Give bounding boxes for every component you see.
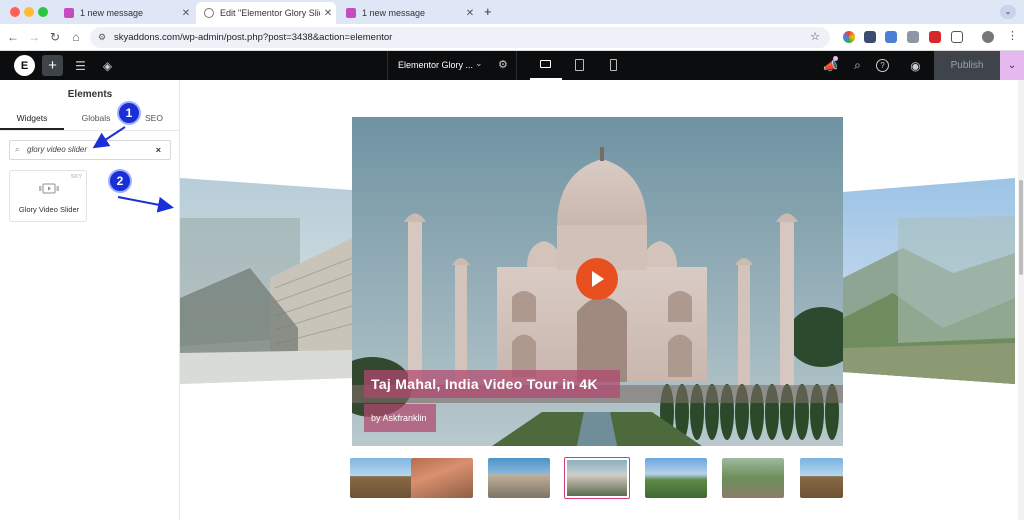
tab-title: 1 new message bbox=[362, 8, 426, 18]
new-tab-button[interactable]: + bbox=[484, 4, 492, 19]
widget-label: Glory Video Slider bbox=[18, 205, 80, 214]
browser-tab-1[interactable]: 1 new message ✕ bbox=[56, 2, 194, 24]
clear-search-icon[interactable]: × bbox=[156, 141, 161, 159]
browser-toolbar: ← → ↻ ⌂ ⚙ skyaddons.com/wp-admin/post.ph… bbox=[0, 24, 1024, 51]
panel-title: Elements bbox=[67, 89, 113, 100]
thumbnail-4-image bbox=[567, 460, 627, 496]
close-tab-icon[interactable]: ✕ bbox=[320, 8, 336, 19]
tablet-view-button[interactable] bbox=[564, 51, 596, 80]
chrome-extension-icon[interactable] bbox=[843, 31, 855, 43]
add-element-icon[interactable]: + bbox=[42, 55, 63, 76]
site-favicon-icon bbox=[346, 8, 356, 18]
minimize-window-button[interactable] bbox=[24, 7, 34, 17]
glory-video-slider-widget[interactable]: SKY Glory Video Slider bbox=[9, 170, 87, 222]
mobile-view-button[interactable] bbox=[598, 51, 630, 80]
reload-icon[interactable]: ↻ bbox=[48, 30, 62, 44]
thumbnail-2[interactable] bbox=[411, 458, 473, 498]
address-bar[interactable]: ⚙ skyaddons.com/wp-admin/post.php?post=3… bbox=[90, 27, 830, 48]
chevron-down-icon: ⌄ bbox=[475, 58, 483, 68]
elementor-logo-icon[interactable]: E bbox=[14, 55, 35, 76]
maximize-window-button[interactable] bbox=[38, 7, 48, 17]
notification-dot bbox=[833, 56, 838, 61]
puzzle-extensions-icon[interactable] bbox=[951, 31, 963, 43]
close-tab-icon[interactable]: ✕ bbox=[462, 8, 478, 19]
back-arrow-icon[interactable]: ← bbox=[6, 30, 20, 44]
page-settings-gear-icon[interactable]: ⚙ bbox=[498, 58, 508, 71]
tab-widgets[interactable]: Widgets bbox=[0, 113, 64, 130]
browser-tab-bar: 1 new message ✕ Edit "Elementor Glory Sl… bbox=[0, 0, 1024, 24]
page-title: Elementor Glory ... bbox=[398, 60, 474, 70]
slide-title: Taj Mahal, India Video Tour in 4K bbox=[371, 376, 598, 392]
finder-search-icon[interactable]: ⌕ bbox=[847, 55, 868, 76]
forward-arrow-icon[interactable]: → bbox=[27, 30, 41, 44]
thumbnail-3[interactable] bbox=[488, 458, 550, 498]
screen-capture-extension-icon[interactable] bbox=[907, 31, 919, 43]
home-icon[interactable]: ⌂ bbox=[69, 30, 83, 44]
mobile-icon bbox=[610, 59, 617, 71]
site-favicon-icon bbox=[64, 8, 74, 18]
desktop-view-button[interactable] bbox=[530, 51, 562, 80]
prev-slide-image[interactable] bbox=[180, 178, 352, 384]
elementor-top-bar: E + ☰ ◈ Elementor Glory ... ⌄ ⚙ 📣 ⌕ ? ◉ … bbox=[0, 51, 1024, 80]
globe-icon bbox=[204, 8, 214, 18]
video-slider-icon bbox=[39, 183, 59, 194]
publish-options-chevron-icon[interactable]: ⌄ bbox=[1000, 51, 1024, 80]
site-info-icon[interactable]: ⚙ bbox=[98, 27, 106, 48]
tipa-extension-icon[interactable] bbox=[929, 31, 941, 43]
tab-search-chevron-icon[interactable]: ⌄ bbox=[1000, 5, 1016, 19]
structure-layers-icon[interactable]: ◈ bbox=[97, 55, 118, 76]
widget-search-input[interactable]: ⌕ glory video slider × bbox=[9, 140, 171, 160]
play-button[interactable] bbox=[576, 258, 618, 300]
profile-avatar[interactable] bbox=[982, 31, 994, 43]
thumbnail-5[interactable] bbox=[645, 458, 707, 498]
step-1-badge: 1 bbox=[117, 101, 141, 125]
play-icon bbox=[592, 271, 604, 287]
browser-tab-2[interactable]: Edit "Elementor Glory Slider W ✕ bbox=[196, 2, 336, 24]
search-input-value: glory video slider bbox=[27, 145, 88, 154]
tab-divider bbox=[0, 130, 180, 131]
tab-title: 1 new message bbox=[80, 8, 144, 18]
close-window-button[interactable] bbox=[10, 7, 20, 17]
preview-eye-icon[interactable]: ◉ bbox=[905, 55, 926, 76]
site-settings-sliders-icon[interactable]: ☰ bbox=[70, 55, 91, 76]
canvas-scrollbar[interactable] bbox=[1018, 80, 1024, 520]
thumbnail-1[interactable] bbox=[350, 458, 412, 498]
thumbnail-6[interactable] bbox=[722, 458, 784, 498]
browser-tab-3[interactable]: 1 new message ✕ bbox=[338, 2, 478, 24]
browser-menu-icon[interactable]: ⋮ bbox=[1007, 29, 1018, 42]
step-2-badge: 2 bbox=[108, 169, 132, 193]
thumbnail-7[interactable] bbox=[800, 458, 843, 498]
close-tab-icon[interactable]: ✕ bbox=[178, 8, 194, 19]
url-text: skyaddons.com/wp-admin/post.php?post=343… bbox=[114, 32, 393, 43]
scrollbar-thumb[interactable] bbox=[1019, 180, 1023, 275]
desktop-icon bbox=[540, 60, 551, 68]
sky-badge: SKY bbox=[70, 174, 82, 180]
bookmark-star-icon[interactable]: ☆ bbox=[810, 27, 820, 48]
search-icon: ⌕ bbox=[15, 145, 20, 154]
publish-button[interactable]: Publish bbox=[934, 51, 1000, 80]
document-title-dropdown[interactable]: Elementor Glory ... ⌄ ⚙ bbox=[387, 51, 517, 80]
tab-title: Edit "Elementor Glory Slider W bbox=[220, 8, 320, 18]
next-slide-image[interactable] bbox=[843, 178, 1015, 384]
tablet-icon bbox=[575, 59, 584, 71]
help-icon[interactable]: ? bbox=[876, 59, 889, 72]
translate-extension-icon[interactable] bbox=[885, 31, 897, 43]
slide-byline: by Askfranklin bbox=[371, 413, 427, 423]
thumbnail-4-active[interactable] bbox=[564, 457, 630, 499]
privacy-badger-icon[interactable] bbox=[864, 31, 876, 43]
